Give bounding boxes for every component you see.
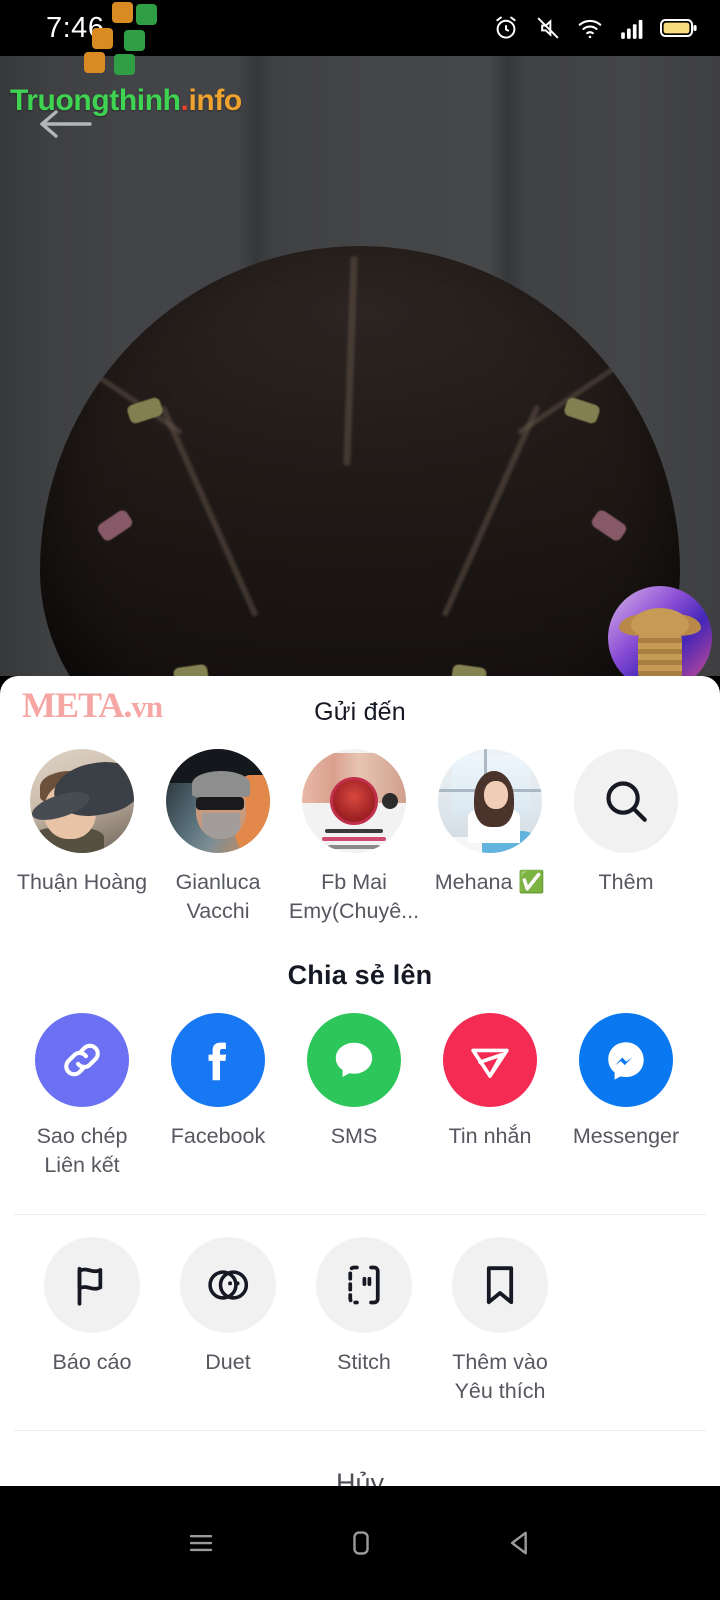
stitch-icon [316,1237,412,1334]
duet-icon [180,1237,276,1334]
sms-icon [307,1013,401,1108]
back-icon[interactable] [503,1526,537,1560]
flag-icon [44,1237,140,1334]
video-background[interactable]: Truongthinh.info [0,56,720,676]
contact-label: Gianluca Vacchi [175,870,261,924]
contact-item-mehana[interactable]: Mehana ✅ [422,749,558,926]
action-item-duet[interactable]: Duet [160,1237,296,1406]
share-apps-row: Sao chép Liên kết Facebook SMS Tin nhắn … [0,1013,720,1180]
contact-label: Thuận Hoàng [16,870,148,894]
share-option-label: Facebook [170,1124,266,1149]
share-option-label: Messenger [572,1124,680,1149]
share-option-label: Tin nhắn [448,1124,532,1149]
meta-watermark-main: META. [22,685,132,725]
action-item-stitch[interactable]: Stitch [296,1237,432,1406]
facebook-icon [171,1013,265,1108]
meta-watermark: META.vn [22,684,163,726]
avatar [30,749,134,853]
signal-icon [621,19,643,39]
contact-item-fb-mai-emy[interactable]: Fb Mai Emy(Chuyê... [286,749,422,926]
battery-icon [660,19,697,37]
contact-item-more[interactable]: Thêm [558,749,694,926]
android-nav-bar [0,1486,720,1600]
status-bar: 7:46 [0,0,720,56]
watermark-green-text: Truongthinh [10,84,181,117]
recents-icon[interactable] [183,1528,219,1558]
actions-row: Báo cáo Duet Stitch Thêm vào Yêu thích [0,1237,720,1406]
action-label: Thêm vào Yêu thích [452,1350,548,1404]
direct-message-icon [443,1013,537,1108]
avatar [166,749,270,853]
truongthinh-watermark: Truongthinh.info [10,84,242,118]
contacts-row: Thuận Hoàng Gianluca Vacchi Fb Mai Emy(C… [0,749,720,926]
share-option-direct-message[interactable]: Tin nhắn [422,1013,558,1180]
contact-label: Thêm [598,870,654,894]
share-option-messenger[interactable]: Messenger [558,1013,694,1180]
wifi-icon [578,19,602,39]
phone-screen: 7:46 Truongthinh.info META.vn Gửi đến Th… [0,0,720,1600]
section-divider [14,1214,706,1216]
search-icon [574,749,678,853]
action-label: Báo cáo [52,1350,132,1375]
share-option-facebook[interactable]: Facebook [150,1013,286,1180]
action-label: Stitch [337,1350,391,1375]
share-option-label: SMS [330,1124,378,1149]
share-sheet: META.vn Gửi đến Thuận Hoàng Gianluca Vac… [0,676,720,1498]
meta-watermark-suffix: vn [131,689,163,724]
action-item-report[interactable]: Báo cáo [24,1237,160,1406]
status-icon-group [492,14,698,42]
share-option-sms[interactable]: SMS [286,1013,422,1180]
action-label: Duet [205,1350,251,1375]
link-icon [35,1013,129,1108]
avatar [302,749,406,853]
contact-label: Mehana ✅ [434,870,546,894]
contact-item-gianluca-vacchi[interactable]: Gianluca Vacchi [150,749,286,926]
video-dim-overlay [0,56,720,676]
bookmark-icon [452,1237,548,1334]
mute-icon [537,17,559,39]
avatar [438,749,542,853]
action-item-add-to-favorites[interactable]: Thêm vào Yêu thích [432,1237,568,1406]
alarm-icon [496,16,516,39]
messenger-icon [579,1013,673,1108]
watermark-orange-text: info [188,84,242,117]
share-to-title: Chia sẻ lên [287,960,433,991]
contact-label: Fb Mai Emy(Chuyê... [288,870,420,924]
home-icon[interactable] [344,1526,378,1560]
share-option-label: Sao chép Liên kết [36,1124,128,1178]
status-time: 7:46 [46,11,105,44]
share-option-copy-link[interactable]: Sao chép Liên kết [14,1013,150,1180]
contact-item-thuan-hoang[interactable]: Thuận Hoàng [14,749,150,926]
